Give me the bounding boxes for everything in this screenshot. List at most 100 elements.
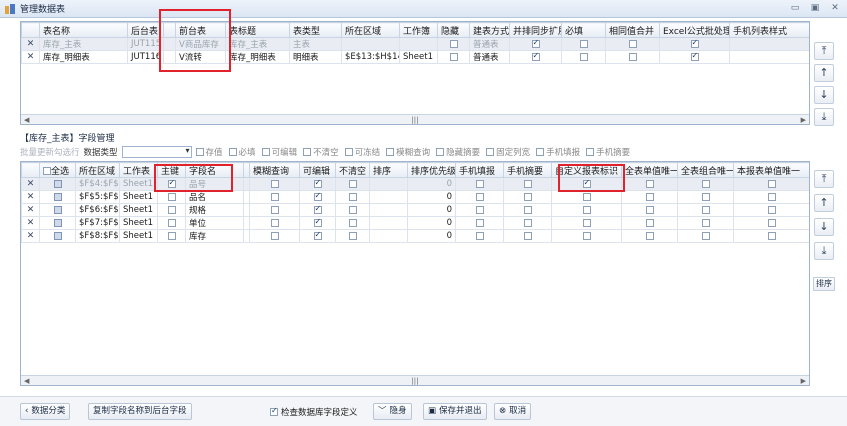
combo-unique-cell[interactable]	[677, 216, 734, 230]
primary-key-checkbox[interactable]	[167, 205, 176, 214]
filter-option-checkbox[interactable]	[344, 148, 353, 156]
mobile-summary-checkbox[interactable]	[523, 179, 532, 188]
column-header[interactable]: 手机列表样式	[729, 22, 809, 38]
primary-key-cell[interactable]	[157, 177, 186, 191]
sort-priority-cell[interactable]: 0	[407, 229, 456, 243]
combo-unique-checkbox[interactable]	[701, 218, 710, 227]
column-header[interactable]: 自定义报表标识	[551, 162, 622, 178]
field-horizontal-scrollbar[interactable]: ◀ ||| ▶	[21, 375, 809, 385]
area-cell[interactable]: $F$7:$F$7	[75, 216, 120, 230]
area-cell[interactable]: $F$6:$F$6	[75, 203, 120, 217]
editable-checkbox[interactable]	[313, 231, 322, 240]
primary-key-cell[interactable]	[157, 229, 186, 243]
mobile-fill-cell[interactable]	[455, 229, 504, 243]
field-name-cell[interactable]: 库存	[185, 229, 244, 243]
report-unique-cell[interactable]	[733, 190, 809, 204]
table-unique-checkbox[interactable]	[645, 218, 654, 227]
scroll-right-icon[interactable]: ▶	[801, 377, 806, 385]
filter-option-checkbox[interactable]	[436, 148, 445, 156]
custom-report-cell[interactable]	[551, 177, 622, 191]
column-header[interactable]: 手机填报	[455, 162, 504, 178]
sort-cell[interactable]	[369, 203, 408, 217]
delete-row-icon[interactable]: ✕	[21, 177, 40, 191]
delete-row-icon[interactable]: ✕	[21, 229, 40, 243]
sort-priority-cell[interactable]: 0	[407, 216, 456, 230]
sort-cell[interactable]	[369, 216, 408, 230]
editable-cell[interactable]	[299, 177, 336, 191]
workbook-cell[interactable]	[399, 37, 438, 51]
filter-option-checkbox[interactable]	[586, 148, 595, 156]
mobile-fill-checkbox[interactable]	[475, 205, 484, 214]
editable-cell[interactable]	[299, 203, 336, 217]
fuzzy-query-checkbox[interactable]	[270, 205, 279, 214]
field-move-bottom-button[interactable]: ⤓	[814, 242, 834, 260]
report-unique-cell[interactable]	[733, 216, 809, 230]
move-down-button[interactable]: ↓	[814, 86, 834, 104]
move-bottom-button[interactable]: ⤓	[814, 108, 834, 126]
column-header[interactable]: 模糊查询	[249, 162, 300, 178]
table-type-cell[interactable]: 主表	[289, 37, 342, 51]
filter-option-checkbox[interactable]	[536, 148, 545, 156]
row-select-cell[interactable]	[39, 203, 76, 217]
no-clear-checkbox[interactable]	[348, 218, 357, 227]
row-select-cell[interactable]	[39, 229, 76, 243]
sync-expand-cell[interactable]	[509, 37, 562, 51]
cancel-button[interactable]: ⊗ 取消	[494, 403, 532, 420]
column-header[interactable]: 主键	[157, 162, 186, 178]
table-row[interactable]: ✕ 库存_主表 JUT115 V商品库存 库存_主表 主表 普通表	[21, 37, 809, 51]
no-clear-cell[interactable]	[335, 177, 370, 191]
table-unique-checkbox[interactable]	[645, 205, 654, 214]
column-header[interactable]: 相同值合并	[605, 22, 660, 38]
row-select-cell[interactable]	[39, 190, 76, 204]
report-unique-cell[interactable]	[733, 203, 809, 217]
fuzzy-query-cell[interactable]	[249, 216, 300, 230]
row-select-cell[interactable]	[39, 177, 76, 191]
combo-unique-cell[interactable]	[677, 177, 734, 191]
row-select-checkbox[interactable]	[53, 192, 62, 201]
mobile-summary-checkbox[interactable]	[523, 231, 532, 240]
table-row[interactable]: ✕ $F$4:$F$4Sheet1 品号 0	[21, 177, 809, 191]
column-header[interactable]: 建表方式	[469, 22, 510, 38]
editable-cell[interactable]	[299, 190, 336, 204]
column-header[interactable]: 前台表	[175, 22, 226, 38]
column-header[interactable]: 本报表单值唯一	[733, 162, 809, 178]
combo-unique-checkbox[interactable]	[701, 231, 710, 240]
required-checkbox[interactable]	[579, 39, 588, 48]
sheet-cell[interactable]: Sheet1	[119, 216, 158, 230]
delete-row-icon[interactable]: ✕	[21, 203, 40, 217]
select-all-checkbox[interactable]	[43, 167, 51, 175]
sheet-cell[interactable]: Sheet1	[119, 229, 158, 243]
mobile-fill-cell[interactable]	[455, 177, 504, 191]
workbook-cell[interactable]: Sheet1	[399, 50, 438, 64]
column-header[interactable]	[163, 22, 176, 38]
scroll-thumb[interactable]: |||	[411, 116, 418, 124]
filter-option[interactable]: 手机填报	[536, 146, 580, 158]
fuzzy-query-checkbox[interactable]	[270, 179, 279, 188]
sheet-cell[interactable]: Sheet1	[119, 190, 158, 204]
column-header[interactable]: 可编辑	[299, 162, 336, 178]
mobile-style-cell[interactable]	[729, 50, 809, 64]
fuzzy-query-cell[interactable]	[249, 177, 300, 191]
row-select-checkbox[interactable]	[53, 218, 62, 227]
filter-option-checkbox[interactable]	[386, 148, 395, 156]
sync-checkbox[interactable]	[531, 52, 540, 61]
table-unique-checkbox[interactable]	[645, 192, 654, 201]
custom-report-cell[interactable]	[551, 203, 622, 217]
table-row[interactable]: ✕ $F$5:$F$5Sheet1 品名 0	[21, 190, 809, 204]
fuzzy-query-cell[interactable]	[249, 203, 300, 217]
scroll-right-icon[interactable]: ▶	[801, 116, 806, 124]
filter-option-checkbox[interactable]	[228, 148, 237, 156]
mobile-fill-checkbox[interactable]	[475, 192, 484, 201]
hidden-cell[interactable]	[437, 37, 470, 51]
top-horizontal-scrollbar[interactable]: ◀ ||| ▶	[21, 114, 809, 124]
merge-checkbox[interactable]	[628, 52, 637, 61]
scroll-thumb[interactable]: |||	[411, 377, 418, 385]
field-name-cell[interactable]: 品名	[185, 190, 244, 204]
filter-option-checkbox[interactable]	[195, 148, 204, 156]
editable-cell[interactable]	[299, 229, 336, 243]
table-unique-checkbox[interactable]	[645, 179, 654, 188]
mobile-fill-cell[interactable]	[455, 190, 504, 204]
filter-option[interactable]: 手机摘要	[586, 146, 630, 158]
sheet-cell[interactable]: Sheet1	[119, 203, 158, 217]
primary-key-checkbox[interactable]	[167, 231, 176, 240]
